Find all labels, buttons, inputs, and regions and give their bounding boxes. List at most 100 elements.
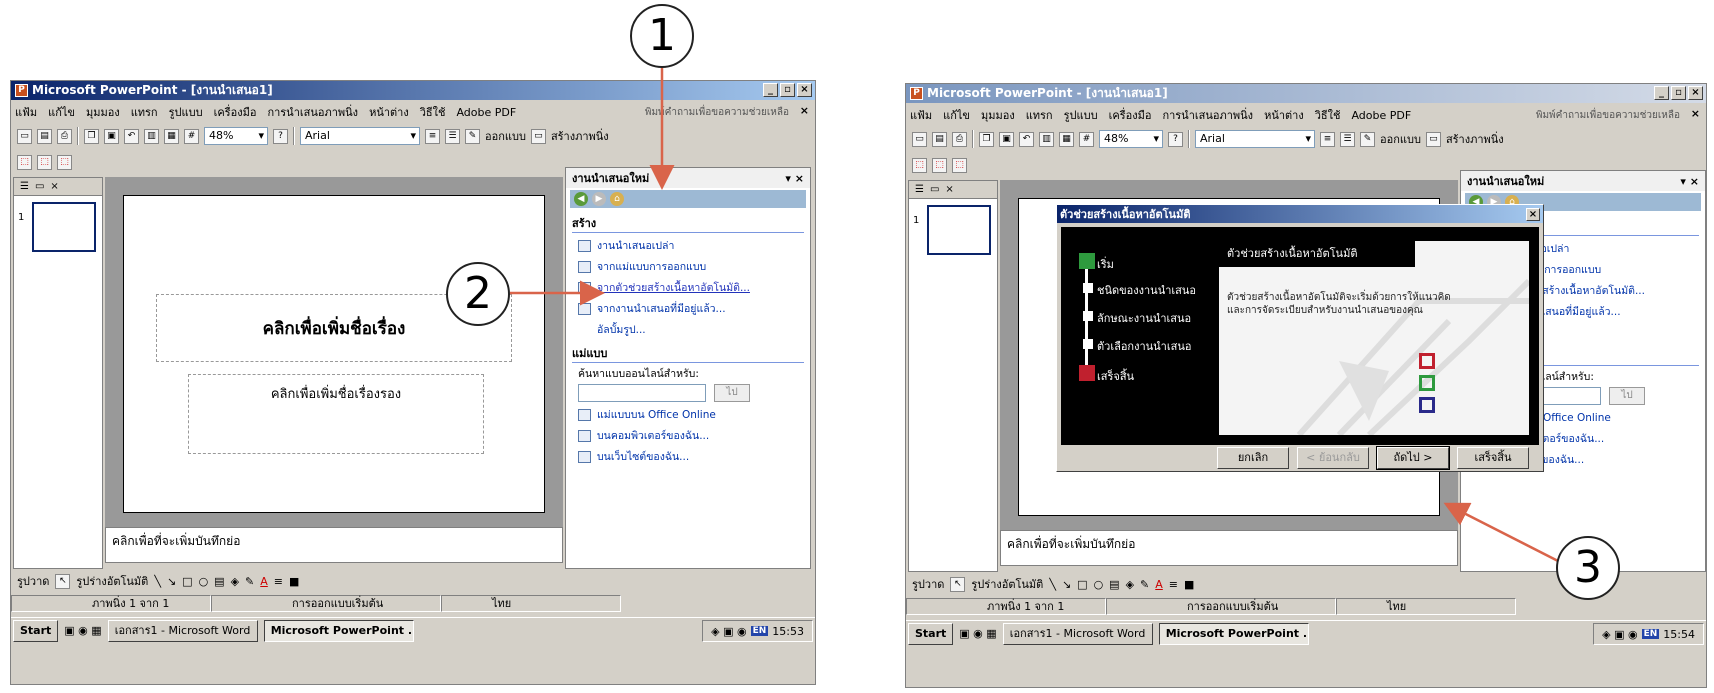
numbering-icon[interactable]: ≡ [425, 128, 440, 144]
taskbar-word[interactable]: เอกสาร1 - Microsoft Word [1002, 622, 1153, 645]
quicklaunch-icons[interactable]: ▣ ◉ ▦ [64, 624, 101, 637]
undo-icon[interactable]: ↶ [1019, 131, 1034, 147]
link-blank-presentation[interactable]: งานนำเสนอเปล่า [578, 237, 798, 254]
print-icon[interactable]: ⎙ [57, 128, 72, 144]
menu-window[interactable]: หน้าต่าง [369, 103, 409, 121]
slides-tab-icon[interactable]: ▭ [35, 181, 44, 192]
open-icon[interactable]: ▤ [37, 128, 52, 144]
oval-icon[interactable]: ○ [1094, 578, 1104, 591]
menu-format[interactable]: รูปแบบ [1064, 106, 1098, 124]
step-style[interactable]: ลักษณะงานนำเสนอ [1097, 309, 1191, 327]
fill-color-icon[interactable]: ◈ [231, 575, 239, 588]
line-icon[interactable]: ╲ [154, 575, 161, 588]
notes-pane[interactable]: คลิกเพื่อที่จะเพิ่มบันทึกย่อ [105, 527, 563, 563]
paste-icon[interactable]: ▣ [999, 131, 1014, 147]
help-search-box[interactable]: พิมพ์คำถามเพื่อขอความช่วยเหลือ [1536, 108, 1680, 123]
menu-insert[interactable]: แทรก [1026, 106, 1053, 124]
copy-icon[interactable]: ❐ [979, 131, 994, 147]
arrow-icon[interactable]: ↘ [167, 575, 176, 588]
menu-file[interactable]: แฟ้ม [15, 103, 37, 121]
menu-window[interactable]: หน้าต่าง [1264, 106, 1304, 124]
taskbar-powerpoint[interactable]: Microsoft PowerPoint ... [1158, 622, 1309, 645]
subtitle-placeholder[interactable]: คลิกเพื่อเพิ่มชื่อเรื่องรอง [188, 374, 484, 454]
help-icon[interactable]: ? [1168, 131, 1183, 147]
outline-tab-icon[interactable]: ☰ [20, 181, 29, 192]
finish-button[interactable]: เสร็จสิ้น [1457, 447, 1529, 469]
zoom-combo[interactable]: 48% [1099, 130, 1163, 148]
grid-icon[interactable]: # [1079, 131, 1094, 147]
bullets-icon[interactable]: ☰ [1340, 131, 1355, 147]
doc-close-icon[interactable]: × [1691, 107, 1700, 120]
select-arrow-icon[interactable]: ↖ [55, 573, 71, 589]
draw-menu[interactable]: รูปวาด [17, 572, 49, 590]
cancel-button[interactable]: ยกเลิก [1217, 447, 1289, 469]
help-icon[interactable]: ? [273, 128, 288, 144]
menu-tools[interactable]: เครื่องมือ [214, 103, 257, 121]
open-icon[interactable]: ▤ [932, 131, 947, 147]
menu-insert[interactable]: แทรก [131, 103, 158, 121]
line-color-icon[interactable]: ✎ [245, 575, 254, 588]
menu-tools[interactable]: เครื่องมือ [1109, 106, 1152, 124]
tray-icons[interactable]: ◈ ▣ ◉ [1602, 628, 1637, 641]
textbox-icon[interactable]: ▤ [1109, 578, 1119, 591]
new-slide-icon[interactable]: ▭ [530, 128, 546, 144]
select-arrow-icon[interactable]: ↖ [950, 576, 966, 592]
menu-adobe-pdf[interactable]: Adobe PDF [456, 106, 516, 119]
line-color-icon[interactable]: ✎ [1140, 578, 1149, 591]
arrow-icon[interactable]: ↘ [1062, 578, 1071, 591]
pdf-review-icon[interactable]: ⬚ [952, 157, 967, 173]
doc-close-icon[interactable]: × [800, 104, 809, 117]
font-color-icon[interactable]: A [260, 575, 268, 588]
fill-color-icon[interactable]: ◈ [1126, 578, 1134, 591]
restore-button[interactable]: ▫ [1671, 86, 1686, 100]
link-my-computer[interactable]: บนคอมพิวเตอร์ของฉัน... [578, 427, 798, 444]
link-existing-presentation[interactable]: จากงานนำเสนอที่มีอยู่แล้ว... [578, 300, 798, 317]
slide-thumbnail[interactable] [927, 205, 991, 255]
font-combo[interactable]: Arial [300, 127, 420, 145]
line-style-icon[interactable]: ≡ [274, 575, 283, 588]
menu-view[interactable]: มุมมอง [86, 103, 120, 121]
textbox-icon[interactable]: ▤ [214, 575, 224, 588]
menu-edit[interactable]: แก้ไข [943, 106, 970, 124]
menu-slideshow[interactable]: การนำเสนอภาพนิ่ง [1162, 106, 1253, 124]
start-button[interactable]: Start [13, 619, 59, 642]
home-icon[interactable]: ⌂ [610, 192, 624, 206]
menu-format[interactable]: รูปแบบ [169, 103, 203, 121]
shadow-icon[interactable]: ■ [1184, 578, 1194, 591]
step-options[interactable]: ตัวเลือกงานนำเสนอ [1097, 337, 1191, 355]
pdf-email-icon[interactable]: ⬚ [932, 157, 947, 173]
pdf-review-icon[interactable]: ⬚ [57, 154, 72, 170]
slides-tab-icon[interactable]: ▭ [930, 184, 939, 195]
step-start[interactable]: เริ่ม [1097, 255, 1114, 273]
minimize-button[interactable]: _ [763, 83, 778, 97]
menu-edit[interactable]: แก้ไข [48, 103, 75, 121]
draw-menu[interactable]: รูปวาด [912, 575, 944, 593]
shadow-icon[interactable]: ■ [289, 575, 299, 588]
new-icon[interactable]: ▭ [17, 128, 32, 144]
task-pane-close-icon[interactable]: ▾ × [785, 172, 804, 185]
undo-icon[interactable]: ↶ [124, 128, 139, 144]
menu-view[interactable]: มุมมอง [981, 106, 1015, 124]
grid-icon[interactable]: # [184, 128, 199, 144]
back-button[interactable]: < ย้อนกลับ [1297, 447, 1369, 469]
pane-close-icon[interactable]: × [50, 181, 58, 192]
help-search-box[interactable]: พิมพ์คำถามเพื่อขอความช่วยเหลือ [645, 105, 789, 120]
design-button[interactable]: ออกแบบ [485, 127, 526, 145]
bullets-icon[interactable]: ☰ [445, 128, 460, 144]
oval-icon[interactable]: ○ [199, 575, 209, 588]
template-search-input[interactable] [578, 384, 706, 402]
language-indicator[interactable]: EN [1641, 629, 1660, 639]
pdf-convert-icon[interactable]: ⬚ [912, 157, 927, 173]
taskbar-word[interactable]: เอกสาร1 - Microsoft Word [107, 619, 258, 642]
numbering-icon[interactable]: ≡ [1320, 131, 1335, 147]
next-button[interactable]: ถัดไป > [1376, 446, 1450, 470]
pane-close-icon[interactable]: × [945, 184, 953, 195]
line-style-icon[interactable]: ≡ [1169, 578, 1178, 591]
slide-thumbnail[interactable] [32, 202, 96, 252]
paste-icon[interactable]: ▣ [104, 128, 119, 144]
link-design-template[interactable]: จากแม่แบบการออกแบบ [578, 258, 798, 275]
link-office-online[interactable]: แม่แบบบน Office Online [578, 406, 798, 423]
print-icon[interactable]: ⎙ [952, 131, 967, 147]
pdf-email-icon[interactable]: ⬚ [37, 154, 52, 170]
autoshapes-menu[interactable]: รูปร่างอัตโนมัติ [971, 575, 1043, 593]
